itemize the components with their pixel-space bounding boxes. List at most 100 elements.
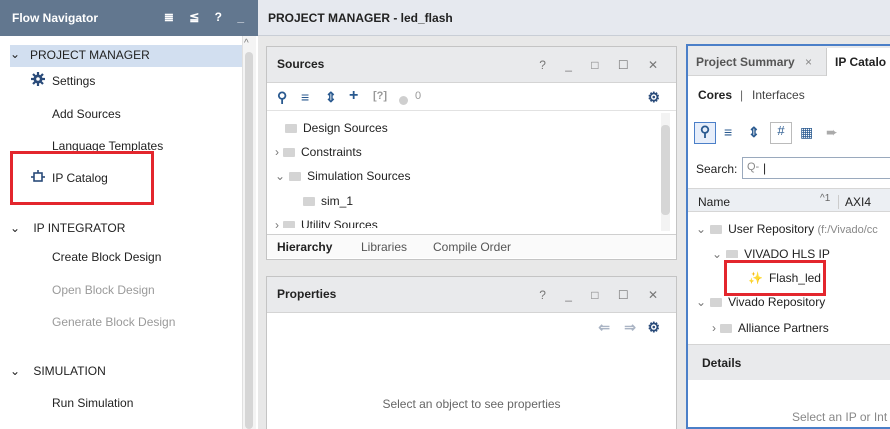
sources-scrollbar[interactable] (661, 113, 670, 231)
section-label: IP INTEGRATOR (33, 221, 126, 235)
search-icon[interactable]: ⚲ (277, 89, 287, 106)
nav-settings[interactable]: Settings (52, 74, 95, 88)
tab-ip-catalog-wrap[interactable]: IP Catalo (826, 48, 890, 76)
expand-all-icon[interactable]: ⇕ (325, 89, 337, 106)
link-separator: | (740, 88, 744, 102)
chevron-right-icon: › (712, 321, 716, 335)
filter-icon[interactable]: # (770, 122, 792, 144)
folder-icon (285, 124, 297, 133)
add-icon[interactable]: + (349, 87, 358, 105)
tree-row[interactable]: ⌄ User Repository (f:/Vivado/cc (696, 222, 878, 236)
tree-row[interactable]: ⌄ Simulation Sources (275, 169, 410, 183)
tree-row[interactable]: ⌄ VIVADO HLS IP (712, 247, 830, 258)
ip-catalog-panel: Project Summary × IP Catalo Cores | Inte… (686, 44, 890, 429)
tab-ip-catalog[interactable]: IP Catalo (835, 55, 886, 69)
window-controls[interactable]: ? _ □ ☐ ✕ (539, 288, 666, 302)
tab-project-summary[interactable]: Project Summary (696, 55, 795, 69)
sources-toolbar: ⚲ ≡ ⇕ + [?] 0 ⚙ (267, 83, 676, 111)
folder-icon (283, 148, 295, 157)
tree-row[interactable]: › Constraints (275, 145, 362, 159)
status-count: 0 (415, 90, 422, 102)
ip-toolbar: ⚲ ≡ ⇕ # ▦ ➨ (694, 122, 890, 148)
details-header: Details (688, 344, 890, 380)
sources-titlebar: Sources ? _ □ ☐ ✕ (267, 47, 676, 83)
section-ip-integrator[interactable]: ⌄ IP INTEGRATOR (10, 221, 125, 235)
scrollbar-thumb[interactable] (245, 52, 253, 429)
wrench-icon[interactable]: ➨ (826, 124, 838, 141)
window-controls[interactable]: ? _ □ ☐ ✕ (539, 58, 666, 72)
collapse-all-icon[interactable]: ≡ (724, 124, 732, 140)
tree-row[interactable]: ⌄ Vivado Repository (696, 295, 825, 309)
folder-icon (283, 221, 295, 228)
highlight-box (10, 151, 154, 205)
collapse-all-icon[interactable]: ≡ (301, 89, 309, 105)
tree-label: sim_1 (321, 194, 354, 208)
tree-label: Utility Sources (301, 218, 378, 228)
link-cores[interactable]: Cores (698, 88, 732, 102)
tab-hierarchy[interactable]: Hierarchy (277, 240, 332, 254)
sources-panel: Sources ? _ □ ☐ ✕ ⚲ ≡ ⇕ + [?] 0 ⚙ Design… (266, 46, 677, 260)
flow-navigator-tools[interactable]: ≣ ≦ ? _ (164, 10, 250, 24)
search-input[interactable]: Q- | (742, 157, 890, 179)
network-icon[interactable]: ▦ (800, 124, 813, 141)
scroll-up-icon[interactable]: ^ (244, 38, 249, 49)
tree-label: User Repository (728, 222, 815, 236)
nav-open-block-design[interactable]: Open Block Design (52, 283, 155, 297)
properties-titlebar: Properties ? _ □ ☐ ✕ (267, 277, 676, 313)
search-icon[interactable]: ⚲ (694, 122, 716, 144)
expand-all-icon[interactable]: ⇕ (748, 124, 760, 141)
chevron-down-icon: ⌄ (10, 221, 21, 235)
gear-icon (31, 72, 45, 89)
tree-row[interactable]: › Alliance Partners (712, 321, 829, 335)
help-icon[interactable]: [?] (373, 90, 387, 102)
properties-toolbar: ⇐ ⇒ ⚙ (267, 313, 676, 341)
tree-label: Design Sources (303, 121, 388, 135)
nav-add-sources[interactable]: Add Sources (52, 107, 121, 121)
project-manager-title: PROJECT MANAGER - led_flash (268, 11, 453, 25)
forward-arrow-icon[interactable]: ⇒ (624, 319, 636, 336)
tree-label: Vivado Repository (728, 295, 826, 309)
chevron-down-icon: ⌄ (696, 222, 707, 236)
tree-label: Alliance Partners (738, 321, 829, 335)
ip-panel-tabs: Project Summary × IP Catalo (688, 46, 890, 76)
properties-title: Properties (277, 287, 337, 301)
folder-icon (726, 250, 739, 258)
tab-compile-order[interactable]: Compile Order (433, 240, 511, 254)
chevron-down-icon: ⌄ (712, 247, 723, 258)
tree-row[interactable]: sim_1 (303, 194, 353, 208)
flow-navigator-header: Flow Navigator ≣ ≦ ? _ (0, 0, 258, 36)
link-interfaces[interactable]: Interfaces (752, 88, 805, 102)
properties-panel: Properties ? _ □ ☐ ✕ ⇐ ⇒ ⚙ Select an obj… (266, 276, 677, 429)
gear-icon[interactable]: ⚙ (647, 319, 660, 336)
search-small-icon: Q- (747, 161, 760, 173)
section-label: PROJECT MANAGER (30, 48, 150, 62)
flow-navigator: Flow Navigator ≣ ≦ ? _ ⌄ PROJECT MANAGER… (0, 0, 258, 429)
back-arrow-icon[interactable]: ⇐ (598, 319, 610, 336)
highlight-box (724, 260, 826, 296)
chevron-right-icon: › (275, 218, 279, 228)
nav-create-block-design[interactable]: Create Block Design (52, 250, 161, 264)
close-icon[interactable]: × (805, 55, 812, 69)
tree-label: Constraints (301, 145, 362, 159)
section-simulation[interactable]: ⌄ SIMULATION (10, 364, 106, 378)
tree-row[interactable]: Design Sources (285, 121, 388, 135)
tab-libraries[interactable]: Libraries (361, 240, 407, 254)
section-project-manager[interactable]: ⌄ PROJECT MANAGER (10, 45, 242, 67)
col-name[interactable]: Name (698, 195, 730, 209)
folder-icon (710, 298, 723, 307)
search-label: Search: (696, 162, 738, 176)
sort-indicator: ^1 (820, 193, 831, 204)
folder-icon (289, 172, 302, 181)
col-axi4[interactable]: AXI4 (838, 195, 871, 209)
chevron-down-icon: ⌄ (275, 169, 286, 183)
chevron-down-icon: ⌄ (10, 47, 21, 61)
tree-label: Simulation Sources (307, 169, 411, 183)
nav-generate-block-design[interactable]: Generate Block Design (52, 315, 175, 329)
gear-icon[interactable]: ⚙ (647, 89, 660, 106)
nav-run-simulation[interactable]: Run Simulation (52, 396, 133, 410)
tree-row[interactable]: › Utility Sources (275, 218, 378, 228)
text-cursor: | (763, 161, 767, 175)
project-manager-header: PROJECT MANAGER - led_flash (258, 0, 890, 36)
ip-table-header: Name ^1 AXI4 (688, 188, 890, 212)
sources-title: Sources (277, 57, 325, 71)
